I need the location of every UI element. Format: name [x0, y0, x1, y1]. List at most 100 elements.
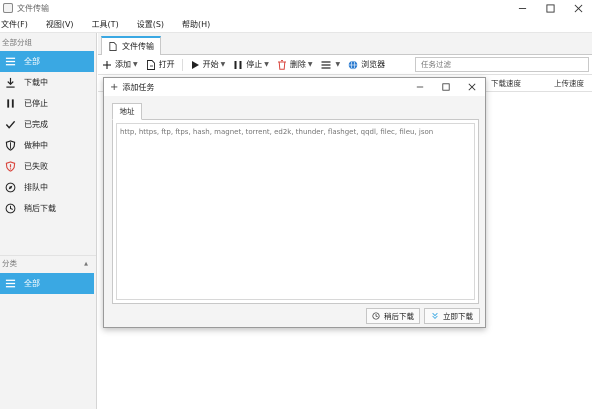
column-download-speed[interactable]: 下载速度 [491, 78, 521, 89]
sidebar-item-failed[interactable]: 已失败 [0, 156, 96, 177]
app-logo-icon [3, 3, 13, 13]
add-button[interactable]: 添加 ▼ [98, 56, 142, 74]
dropdown-arrow-icon: ▼ [264, 61, 269, 68]
menu-file[interactable]: 文件(F) [0, 19, 31, 30]
task-filter-input[interactable] [415, 57, 589, 72]
download-now-label: 立即下载 [443, 311, 473, 321]
clock-icon [372, 312, 380, 320]
sidebar-item-label: 已停止 [24, 99, 48, 108]
category-list: 全部 [0, 273, 96, 294]
menu-settings[interactable]: 设置(S) [134, 19, 167, 30]
list-icon [4, 278, 16, 290]
minimize-icon [416, 86, 424, 88]
list-icon [4, 56, 16, 68]
sidebar-item-seeding[interactable]: 做种中 [0, 135, 96, 156]
browser-button[interactable]: 浏览器 [344, 56, 389, 74]
stop-button[interactable]: 停止 ▼ [229, 56, 273, 74]
document-icon [109, 42, 117, 51]
add-label: 添加 [115, 60, 131, 69]
browser-label: 浏览器 [361, 60, 386, 69]
close-icon [468, 83, 476, 91]
sidebar-item-downloading[interactable]: 下载中 [0, 72, 96, 93]
collapse-arrow-icon[interactable]: ▲ [84, 261, 88, 267]
dropdown-arrow-icon: ▼ [133, 61, 138, 68]
delete-button[interactable]: 删除 ▼ [273, 56, 317, 74]
sidebar-item-label: 稍后下载 [24, 204, 56, 213]
tab-bar: 文件传输 [98, 33, 592, 55]
sidebar-item-all[interactable]: 全部 [0, 51, 94, 72]
shield-icon [4, 140, 16, 152]
column-upload-speed[interactable]: 上传速度 [554, 78, 584, 89]
compass-icon [4, 182, 16, 194]
sidebar-item-stopped[interactable]: 已停止 [0, 93, 96, 114]
tab-address[interactable]: 地址 [112, 103, 142, 120]
maximize-icon [545, 3, 555, 13]
download-later-label: 稍后下载 [384, 311, 414, 321]
sidebar-item-label: 做种中 [24, 141, 48, 150]
download-now-button[interactable]: 立即下载 [424, 308, 480, 324]
sidebar-item-label: 已完成 [24, 120, 48, 129]
dropdown-arrow-icon: ▼ [307, 61, 313, 68]
pause-icon [4, 98, 16, 110]
minimize-button[interactable] [508, 0, 536, 16]
address-panel [112, 119, 479, 304]
play-icon [191, 60, 199, 69]
toolbar-divider [181, 58, 183, 71]
menu-tools[interactable]: 工具(T) [89, 19, 122, 30]
toolbar: 添加 ▼ 打开 开始 ▼ 停止 ▼ 删除 ▼ ▼ 浏览器 [98, 55, 592, 75]
maximize-button[interactable] [536, 0, 564, 16]
tab-address-label: 地址 [119, 107, 135, 116]
close-button[interactable] [564, 0, 592, 16]
maximize-icon [442, 83, 450, 91]
download-icon [4, 77, 16, 89]
sidebar-item-label: 排队中 [24, 183, 48, 192]
check-icon [4, 119, 16, 131]
open-button[interactable]: 打开 [142, 56, 179, 74]
title-bar: 文件传输 [0, 0, 592, 16]
sidebar-item-queued[interactable]: 排队中 [0, 177, 96, 198]
add-task-dialog: + 添加任务 地址 稍后下载 立即下载 [103, 77, 486, 328]
dialog-close-button[interactable] [459, 78, 485, 96]
dropdown-arrow-icon: ▼ [220, 61, 226, 68]
menu-button[interactable]: ▼ [317, 56, 345, 74]
dialog-title: 添加任务 [122, 82, 155, 92]
dialog-title-bar: + 添加任务 [104, 78, 485, 96]
delete-label: 删除 [289, 60, 306, 69]
download-later-button[interactable]: 稍后下载 [366, 308, 420, 324]
dialog-minimize-button[interactable] [407, 78, 433, 96]
window-title: 文件传输 [17, 3, 49, 13]
start-label: 开始 [202, 60, 219, 69]
menu-bar: 文件(F) 视图(V) 工具(T) 设置(S) 帮助(H) [0, 16, 592, 33]
menu-view[interactable]: 视图(V) [43, 19, 77, 30]
sidebar-item-completed[interactable]: 已完成 [0, 114, 96, 135]
dialog-window-controls [407, 78, 485, 96]
category-header-label: 分类 [2, 259, 17, 268]
sidebar-item-later[interactable]: 稍后下载 [0, 198, 96, 219]
sidebar-item-label: 已失败 [24, 162, 48, 171]
category-item-label: 全部 [24, 279, 40, 288]
url-input[interactable] [116, 123, 475, 300]
double-chevron-down-icon [432, 312, 438, 320]
window-controls [508, 0, 592, 16]
trash-icon [277, 59, 286, 70]
category-item-all[interactable]: 全部 [0, 273, 94, 294]
error-icon [4, 161, 16, 173]
add-task-icon: + [110, 81, 119, 93]
close-icon [574, 4, 582, 12]
start-button[interactable]: 开始 ▼ [186, 56, 230, 74]
sidebar-item-label: 下载中 [24, 78, 48, 87]
plus-icon [103, 60, 111, 69]
pause-icon [234, 60, 242, 69]
globe-icon [348, 59, 358, 70]
clock-icon [4, 203, 16, 215]
open-file-icon [146, 59, 155, 70]
stop-label: 停止 [246, 60, 263, 69]
hamburger-icon [321, 60, 330, 69]
dialog-maximize-button[interactable] [433, 78, 459, 96]
tab-label: 文件传输 [122, 42, 154, 51]
menu-help[interactable]: 帮助(H) [179, 19, 213, 30]
dropdown-arrow-icon: ▼ [335, 61, 341, 68]
category-header: 分类 ▲ [0, 255, 96, 271]
sidebar-item-label: 全部 [24, 57, 40, 66]
tab-file-transfer[interactable]: 文件传输 [101, 36, 161, 55]
